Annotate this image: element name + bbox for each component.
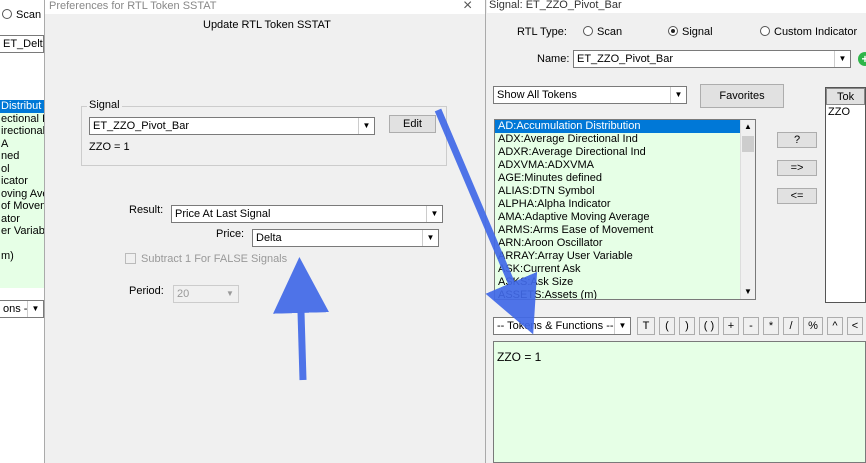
annotation-arrows bbox=[273, 108, 538, 381]
arrow-down-icon bbox=[434, 108, 538, 335]
arrow-up-icon bbox=[273, 257, 330, 381]
